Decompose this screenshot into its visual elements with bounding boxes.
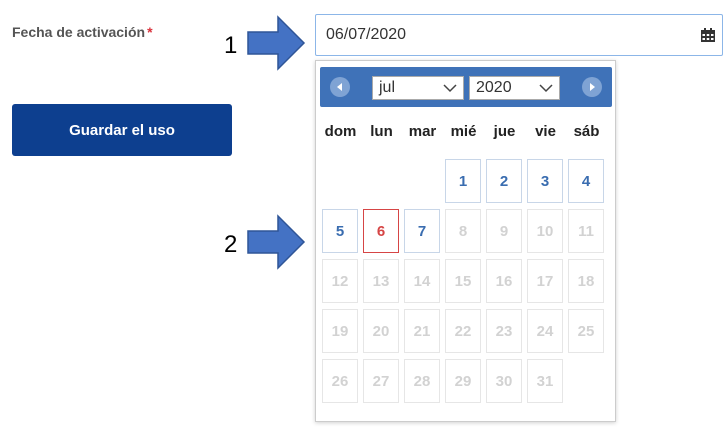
- calendar-day-disabled: 9: [486, 209, 522, 253]
- calendar-day-disabled: 13: [363, 259, 399, 303]
- chevron-down-icon: [443, 84, 457, 93]
- calendar-day-disabled: 30: [486, 359, 522, 403]
- save-usage-button[interactable]: Guardar el uso: [12, 104, 232, 156]
- date-input-value: 06/07/2020: [326, 26, 407, 43]
- weekday-label: vie: [535, 123, 556, 140]
- weekday-label: dom: [324, 123, 357, 140]
- calendar-day-disabled: 12: [322, 259, 358, 303]
- weekday-label: sáb: [573, 123, 600, 140]
- year-select[interactable]: 2020: [469, 76, 560, 100]
- weekday-header-row: dom lun mar mié jue vie sáb: [320, 123, 612, 140]
- calendar-day-disabled: 11: [568, 209, 604, 253]
- calendar-day-disabled: 23: [486, 309, 522, 353]
- calendar-day[interactable]: 3: [527, 159, 563, 203]
- activation-date-label: Fecha de activación *: [12, 24, 153, 40]
- calendar-day-disabled: 31: [527, 359, 563, 403]
- calendar-day-disabled: 21: [404, 309, 440, 353]
- calendar-day-disabled: 22: [445, 309, 481, 353]
- calendar-icon[interactable]: [700, 27, 716, 43]
- annotation-arrow-2-icon: [247, 214, 306, 270]
- datepicker-popup: jul 2020 dom lun mar mié jue vie sáb 123…: [315, 60, 616, 422]
- calendar-day-disabled: 10: [527, 209, 563, 253]
- activation-date-label-text: Fecha de activación: [12, 24, 146, 40]
- month-select-value: jul: [379, 79, 396, 96]
- calendar-day-disabled: 25: [568, 309, 604, 353]
- calendar-day-disabled: 14: [404, 259, 440, 303]
- chevron-right-icon[interactable]: [582, 77, 602, 97]
- weekday-label: jue: [493, 123, 516, 140]
- weekday-label: mar: [408, 123, 437, 140]
- calendar-day-disabled: 16: [486, 259, 522, 303]
- calendar-day-disabled: 19: [322, 309, 358, 353]
- calendar-day-disabled: 29: [445, 359, 481, 403]
- calendar-day-disabled: 20: [363, 309, 399, 353]
- calendar-day-disabled: 15: [445, 259, 481, 303]
- calendar-day-disabled: 24: [527, 309, 563, 353]
- calendar-day-disabled: 28: [404, 359, 440, 403]
- year-select-value: 2020: [476, 79, 512, 96]
- month-select[interactable]: jul: [372, 76, 464, 100]
- calendar-day[interactable]: 4: [568, 159, 604, 203]
- calendar-day-disabled: 27: [363, 359, 399, 403]
- annotation-number-1: 1: [224, 32, 238, 59]
- required-mark: *: [147, 24, 153, 40]
- activation-date-input[interactable]: 06/07/2020: [315, 14, 723, 56]
- calendar-day-disabled: 8: [445, 209, 481, 253]
- chevron-left-icon[interactable]: [330, 77, 350, 97]
- calendar-day-disabled: 18: [568, 259, 604, 303]
- annotation-number-2: 2: [224, 231, 238, 258]
- calendar-day[interactable]: 2: [486, 159, 522, 203]
- weekday-label: lun: [370, 123, 393, 140]
- chevron-down-icon: [539, 84, 553, 93]
- calendar-day[interactable]: 5: [322, 209, 358, 253]
- calendar-day[interactable]: 7: [404, 209, 440, 253]
- datepicker-header: jul 2020: [320, 67, 612, 107]
- calendar-day-disabled: 26: [322, 359, 358, 403]
- weekday-label: mié: [450, 123, 477, 140]
- calendar-day[interactable]: 1: [445, 159, 481, 203]
- calendar-day-today[interactable]: 6: [363, 209, 399, 253]
- calendar-day-disabled: 17: [527, 259, 563, 303]
- annotation-arrow-1-icon: [247, 15, 306, 71]
